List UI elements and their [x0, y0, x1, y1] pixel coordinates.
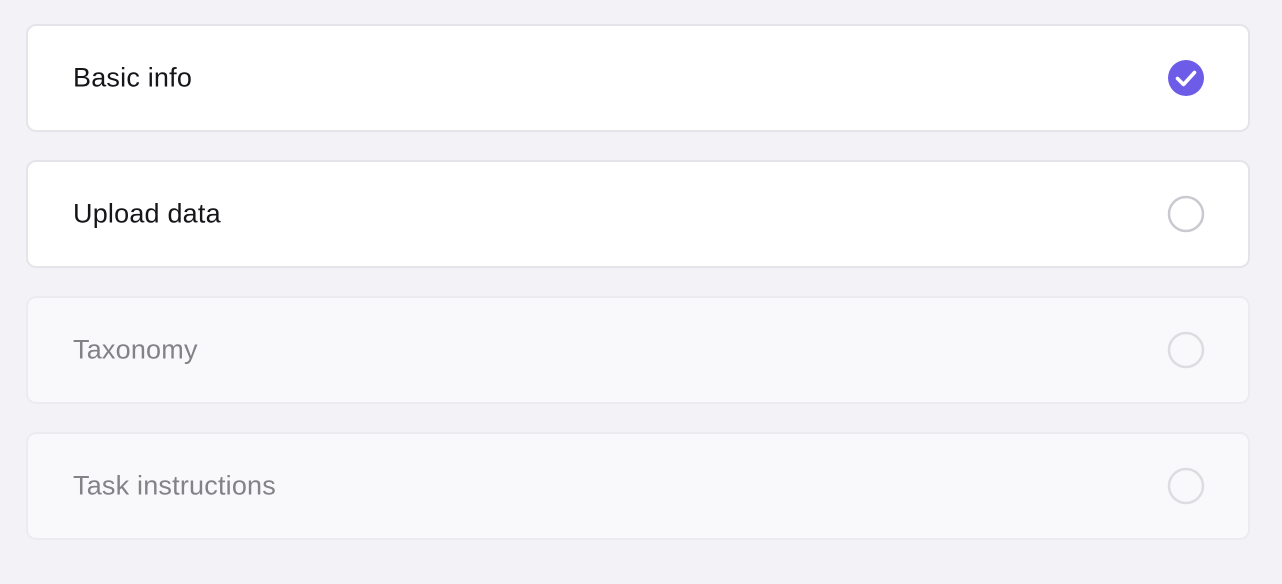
step-list: Basic info Upload data Taxonomy Task ins… — [26, 24, 1250, 568]
empty-circle-icon — [1167, 195, 1205, 233]
step-task-instructions: Task instructions — [26, 432, 1250, 540]
step-taxonomy: Taxonomy — [26, 296, 1250, 404]
step-label: Upload data — [73, 198, 221, 229]
empty-circle-icon — [1167, 331, 1205, 369]
step-basic-info[interactable]: Basic info — [26, 24, 1250, 132]
step-upload-data[interactable]: Upload data — [26, 160, 1250, 268]
check-circle-icon — [1167, 59, 1205, 97]
step-label: Taxonomy — [73, 334, 198, 365]
step-label: Task instructions — [73, 470, 276, 501]
empty-circle-icon — [1167, 467, 1205, 505]
step-label: Basic info — [73, 62, 193, 93]
